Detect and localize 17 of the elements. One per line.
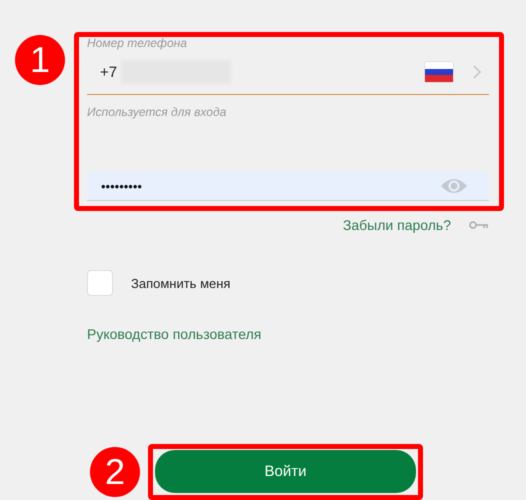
field-hint: Используется для входа [87,105,228,119]
field-label: Номер телефона [87,36,188,50]
country-code: +7 [100,64,118,80]
chevron-icon[interactable] [473,65,481,79]
key-icon [469,221,489,229]
login-button[interactable]: Войти [155,450,416,493]
forgot-password-link[interactable]: Забыли пароль? [342,217,451,233]
checkbox[interactable] [87,270,113,296]
checkbox-label: Запомнить меня [131,276,230,290]
password-field[interactable]: ••••••••• [87,172,489,201]
password-dots: ••••••••• [101,178,142,194]
flag-icon[interactable] [425,62,453,82]
phone-field[interactable]: +7 [87,50,489,95]
step-badge: 1 [15,35,65,85]
user-guide-link[interactable]: Руководство пользователя [87,326,262,342]
step-badge: 2 [90,447,140,497]
eye-icon[interactable] [440,177,468,195]
